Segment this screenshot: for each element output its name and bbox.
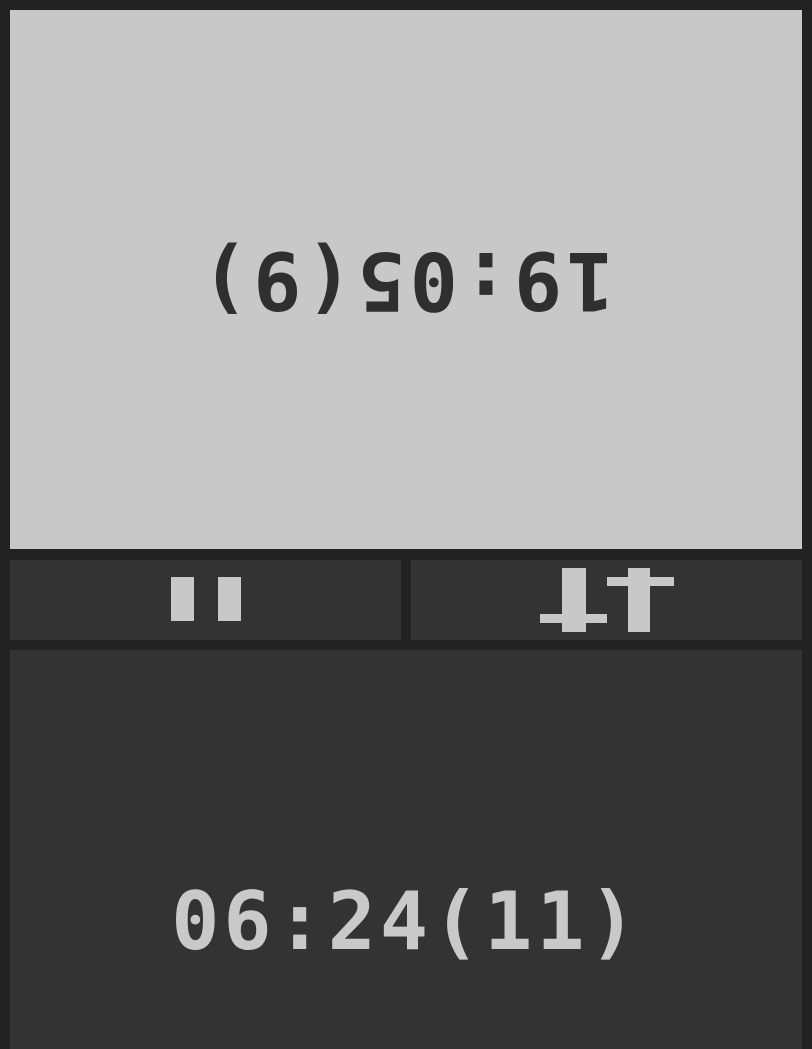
bottom-player-time-display: 06:24(11) — [171, 875, 641, 968]
pause-button[interactable] — [10, 560, 401, 640]
top-player-clock-panel[interactable]: 19:05(9) — [10, 10, 802, 549]
pause-icon — [170, 577, 241, 621]
swap-arrows-icon — [539, 568, 674, 632]
swap-sides-button[interactable] — [411, 560, 802, 640]
top-player-time-display: 19:05(9) — [197, 233, 615, 327]
bottom-player-clock-panel[interactable]: 06:24(11) — [10, 650, 802, 1049]
